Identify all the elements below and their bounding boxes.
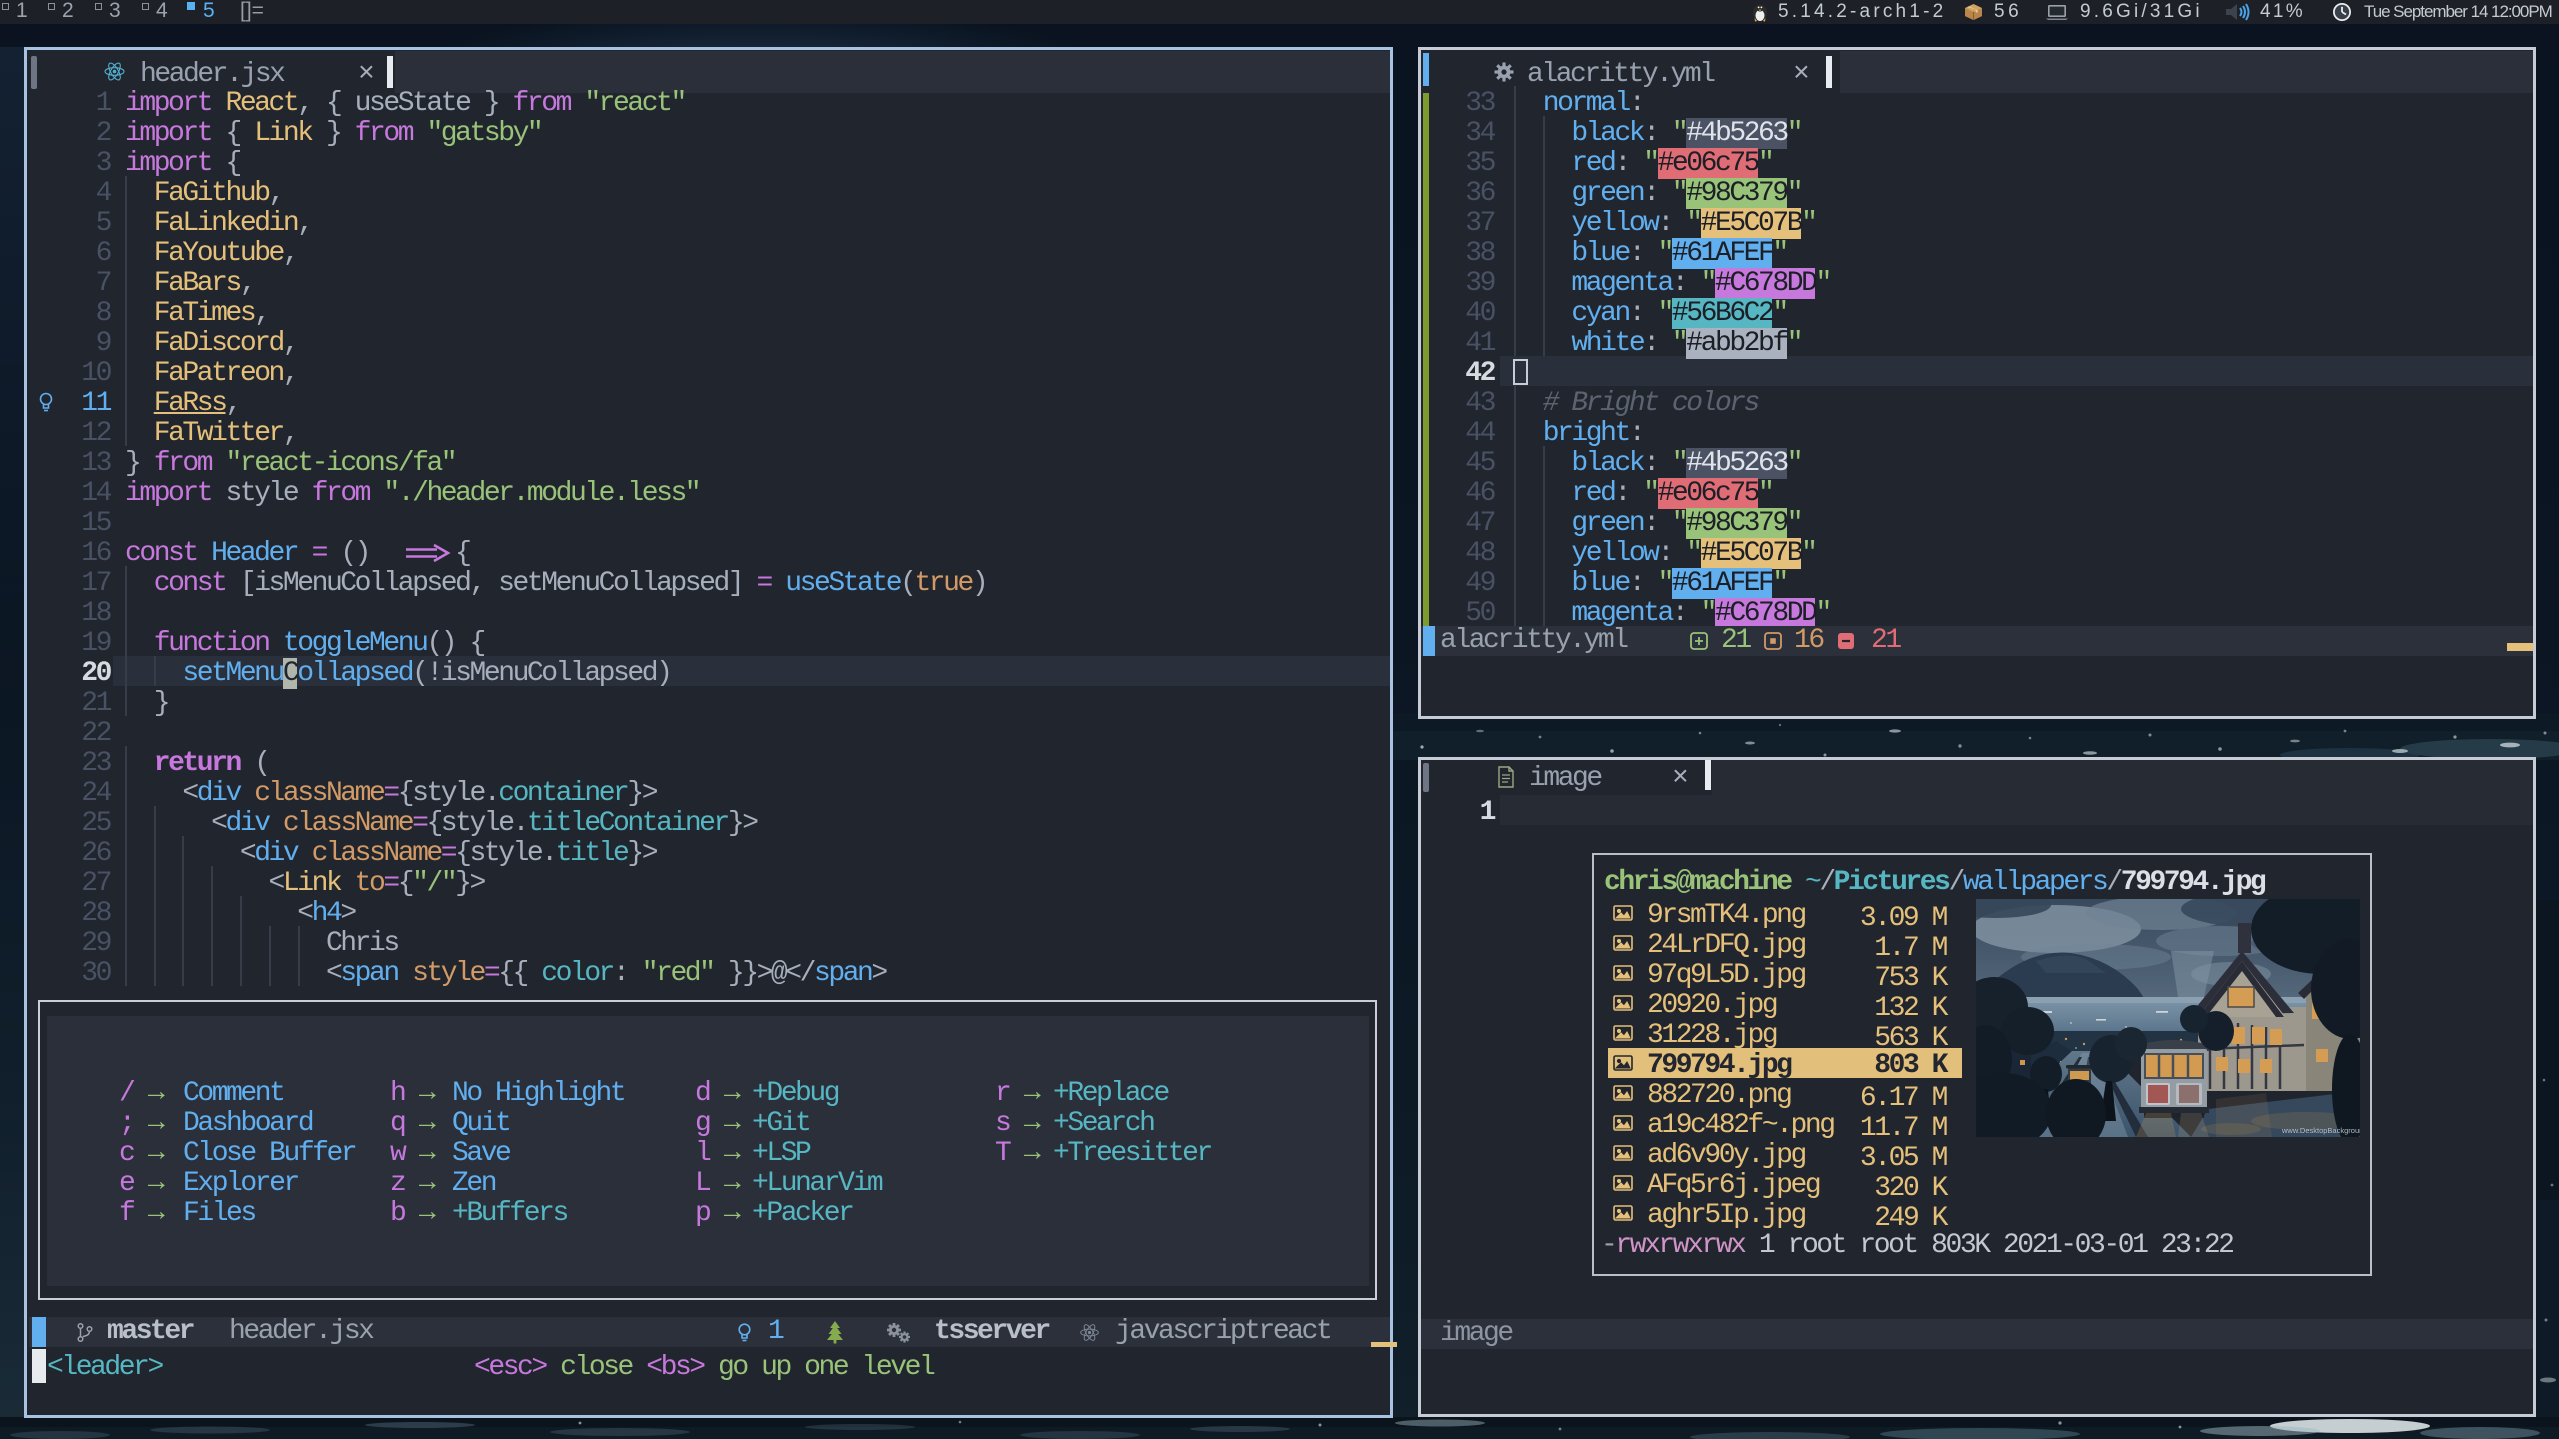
svg-text:www.DesktopBackground.org: www.DesktopBackground.org: [2281, 1126, 2360, 1135]
